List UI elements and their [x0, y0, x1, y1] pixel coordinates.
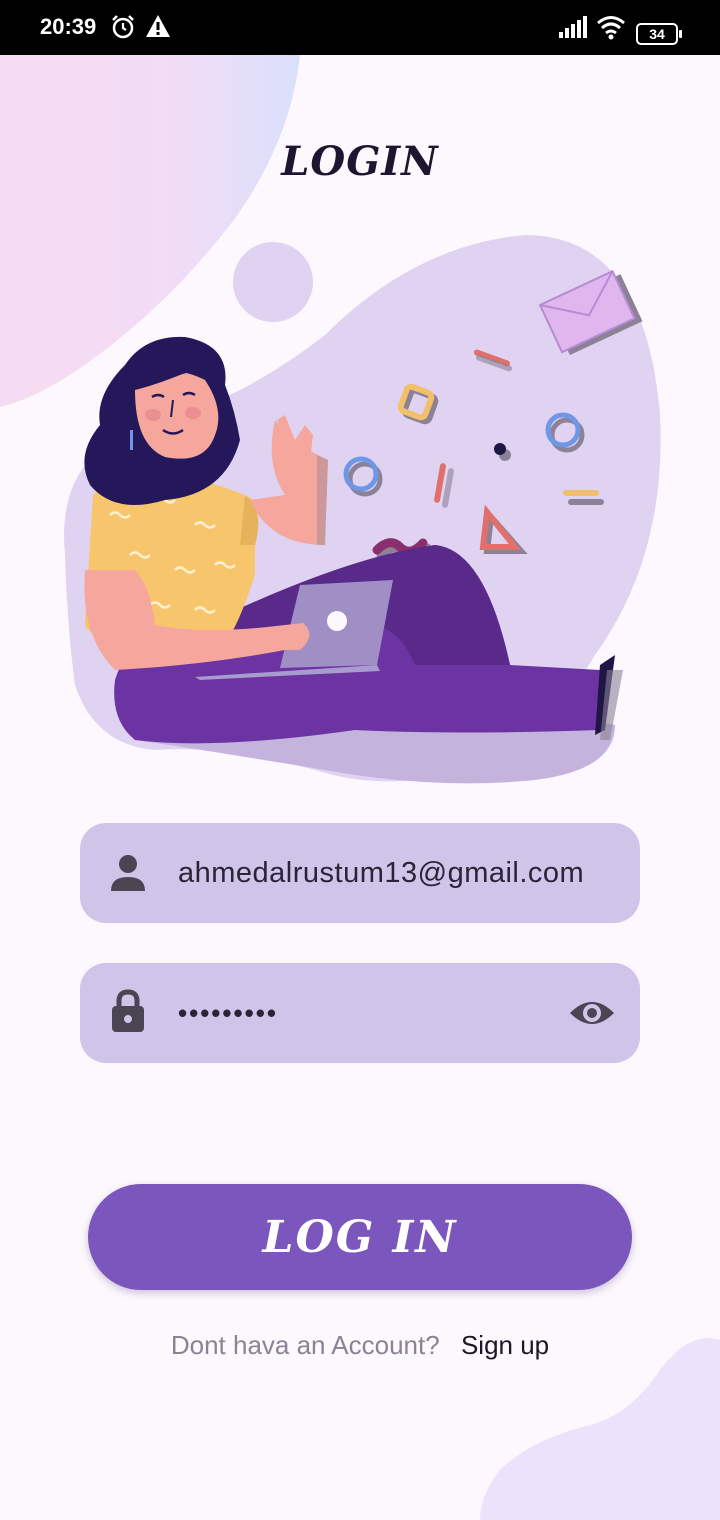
signup-link[interactable]: Sign up: [461, 1330, 549, 1360]
login-button[interactable]: LOG IN: [88, 1184, 632, 1290]
password-field[interactable]: •••••••••: [80, 963, 640, 1063]
page-title: LOGIN: [281, 138, 439, 185]
email-field[interactable]: ahmedalrustum13@gmail.com: [80, 823, 640, 923]
signup-row: Dont hava an Account? Sign up: [0, 1330, 720, 1361]
signal-icon: [559, 16, 587, 38]
visibility-toggle-icon[interactable]: [568, 993, 616, 1033]
lock-icon: [112, 989, 144, 1032]
password-input-value[interactable]: •••••••••: [178, 963, 278, 1063]
wifi-icon: [597, 16, 625, 40]
status-time: 20:39: [40, 14, 97, 39]
login-illustration: [64, 235, 661, 784]
alarm-icon: [112, 15, 134, 39]
warning-icon: [146, 15, 170, 37]
status-bar: 20:39 34: [0, 0, 720, 55]
signup-prompt: Dont hava an Account?: [170, 1330, 440, 1360]
battery-level: 34: [649, 26, 665, 42]
email-input-value[interactable]: ahmedalrustum13@gmail.com: [178, 823, 584, 923]
battery-icon: 34: [636, 23, 684, 45]
person-icon: [111, 855, 145, 891]
